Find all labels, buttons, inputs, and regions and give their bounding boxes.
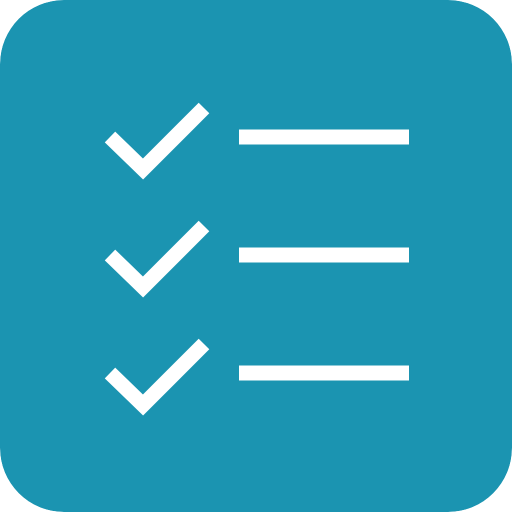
- checklist-icon-graphic: [0, 0, 512, 512]
- checklist-app-icon[interactable]: [0, 0, 512, 512]
